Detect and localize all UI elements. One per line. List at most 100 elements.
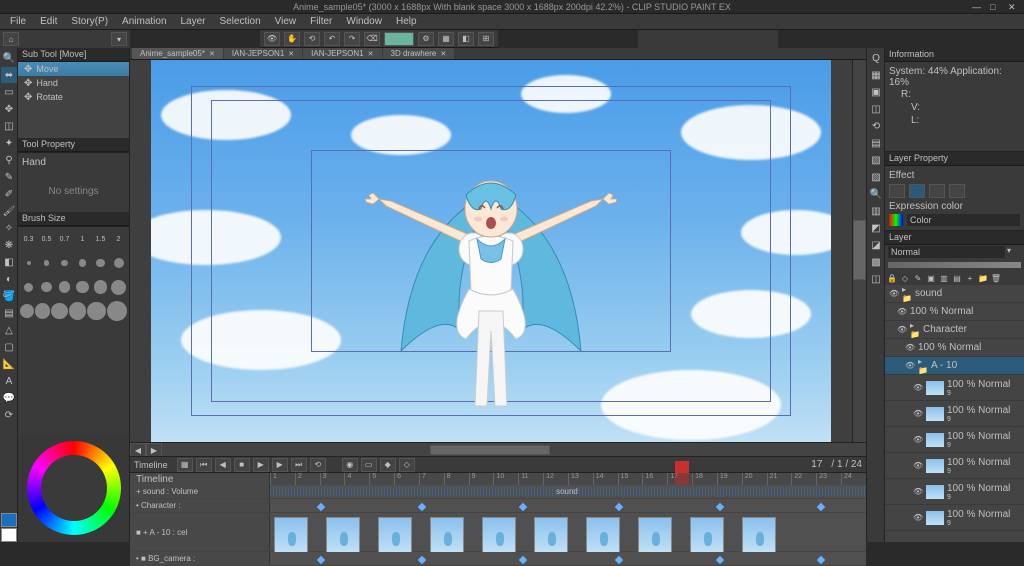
brush-preset[interactable] [107,301,127,321]
clip-icon[interactable]: ▥ [938,272,950,284]
visibility-icon[interactable]: 👁 [897,325,907,334]
mask-icon[interactable]: ▣ [925,272,937,284]
timeline-track[interactable]: sound [270,485,866,498]
onion-icon[interactable]: ◉ [342,458,358,472]
pencil-tool[interactable]: ✐ [1,186,17,202]
timeline-tick[interactable]: 24 [841,473,866,485]
timeline-tick[interactable]: 11 [518,473,543,485]
ref-icon[interactable]: ◇ [899,272,911,284]
brush-preset[interactable] [92,277,109,297]
menu-story(p)[interactable]: Story(P) [65,15,114,28]
delete-layer-icon[interactable]: 🗑 [990,272,1002,284]
search-icon[interactable]: 🔍 [868,186,884,202]
autoaction-icon[interactable]: ▤ [868,135,884,151]
brush-preset[interactable] [56,253,73,273]
new-layer-icon[interactable]: + [964,272,976,284]
document-tab[interactable]: 3D drawhere ✕ [383,48,455,59]
animation-cel[interactable]: 6 [534,517,568,553]
tl-next-icon[interactable]: ▶ [272,458,288,472]
hand-icon[interactable]: ✋ [284,32,300,46]
brush-preset[interactable] [35,301,50,321]
animation-cel[interactable]: 5 [482,517,516,553]
brush-preset[interactable] [87,301,106,321]
brush-preset[interactable] [92,253,109,273]
menu-selection[interactable]: Selection [214,15,267,28]
key-del-icon[interactable]: ◇ [399,458,415,472]
eye-icon[interactable]: 👁 [264,32,280,46]
timeline-tick[interactable]: 7 [419,473,444,485]
visibility-icon[interactable]: 👁 [913,383,923,392]
brush-tool[interactable]: 🖌 [1,203,17,219]
layer-move-tool[interactable]: ✥ [1,101,17,117]
material5-icon[interactable]: ◪ [868,237,884,253]
correct-tool[interactable]: ⟳ [1,407,17,423]
tl-first-icon[interactable]: ⏮ [196,458,212,472]
minimize-button[interactable]: — [972,2,982,12]
timeline-row-label[interactable]: • ■ BG_camera : [130,552,270,565]
visibility-icon[interactable]: 👁 [913,409,923,418]
visibility-icon[interactable]: 👁 [913,513,923,522]
ruler-layer-icon[interactable]: ▤ [951,272,963,284]
deco-tool[interactable]: ❋ [1,237,17,253]
layer-item[interactable]: 👁100 % Normal [885,303,1024,321]
pen-tool[interactable]: ✎ [1,169,17,185]
rotate-icon[interactable]: ⟲ [304,32,320,46]
color-wheel[interactable] [18,434,129,542]
timeline-tick[interactable]: 16 [642,473,667,485]
visibility-icon[interactable]: 👁 [913,461,923,470]
brush-preset[interactable] [20,301,34,321]
gradient-tool[interactable]: ▤ [1,305,17,321]
vertical-scrollbar[interactable] [852,60,866,442]
tl-prev-icon[interactable]: ◀ [215,458,231,472]
brush-preset[interactable] [38,253,55,273]
tl-play-icon[interactable]: ▶ [253,458,269,472]
marquee-tool[interactable]: ◫ [1,118,17,134]
document-tab[interactable]: IAN-JEPSON1 ✕ [224,48,302,59]
animation-cel[interactable]: 7 [586,517,620,553]
timeline-track[interactable]: 12345678910 [270,513,866,551]
history-icon[interactable]: ⟲ [868,118,884,134]
layer-item[interactable]: 👁100 % Normal9 [885,427,1024,453]
timeline-tick[interactable]: 9 [469,473,494,485]
brush-preset[interactable] [110,253,127,273]
brush-size-label[interactable]: 1 [74,229,91,249]
draft-icon[interactable]: ✎ [912,272,924,284]
frame-tool[interactable]: ▢ [1,339,17,355]
material4-icon[interactable]: ◩ [868,220,884,236]
playhead[interactable] [675,473,689,485]
menu-view[interactable]: View [269,15,303,28]
brush-preset[interactable] [110,277,127,297]
quickaccess-icon[interactable]: Q [868,50,884,66]
eraser-tool[interactable]: ◧ [1,254,17,270]
brush-preset[interactable] [20,277,37,297]
move-tool[interactable]: ⬌ [1,67,17,83]
clip-studio-button[interactable] [384,32,414,46]
brush-preset[interactable] [51,301,67,321]
eyedropper-tool[interactable]: ⚲ [1,152,17,168]
airbrush-tool[interactable]: ✧ [1,220,17,236]
material3-icon[interactable]: ▥ [868,203,884,219]
undo-icon[interactable]: ↶ [324,32,340,46]
timeline-tick[interactable]: 22 [791,473,816,485]
timeline-tick[interactable]: 6 [394,473,419,485]
timeline-row-label[interactable]: ■ + A - 10 : cel [130,513,270,551]
timeline-tick[interactable]: 5 [369,473,394,485]
layercolor-effect-icon[interactable] [929,184,945,198]
timeline-tick[interactable]: 4 [344,473,369,485]
timeline-tick[interactable]: 12 [543,473,568,485]
visibility-icon[interactable]: 👁 [913,487,923,496]
timeline-tick[interactable]: 18 [692,473,717,485]
maximize-button[interactable]: □ [990,2,1000,12]
key-add-icon[interactable]: ◆ [380,458,396,472]
layer-item[interactable]: 👁100 % Normal9 [885,375,1024,401]
fill-tool[interactable]: 🪣 [1,288,17,304]
settings-icon[interactable]: ⚙ [418,32,434,46]
redo-icon[interactable]: ↷ [344,32,360,46]
brush-preset[interactable] [74,277,91,297]
subtool-move[interactable]: ✥ Move [18,62,129,76]
tl-loop-icon[interactable]: ⟲ [310,458,326,472]
brush-size-label[interactable]: 0.7 [56,229,73,249]
timeline-tick[interactable]: 3 [320,473,345,485]
tone-effect-icon[interactable] [909,184,925,198]
layer-item[interactable]: 👁100 % Normal9 [885,505,1024,531]
